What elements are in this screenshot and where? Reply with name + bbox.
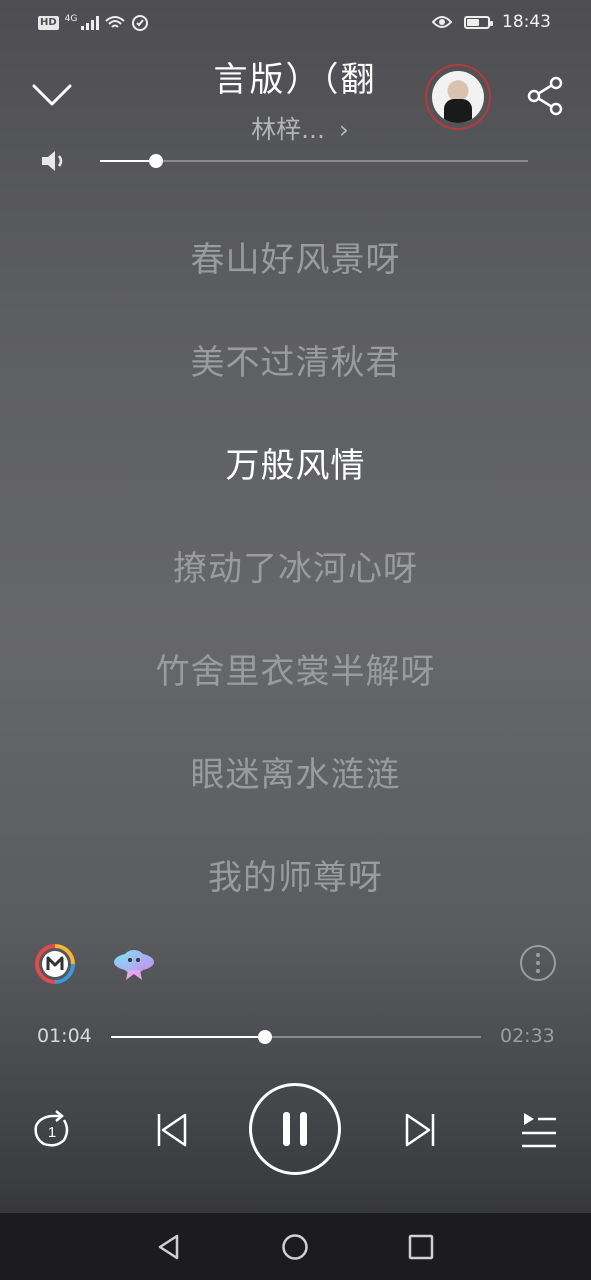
playlist-button[interactable] [516, 1108, 560, 1152]
status-bar: HD 4G 18:43 [0, 0, 591, 48]
total-time: 02:33 [500, 1025, 555, 1047]
status-right: 18:43 [432, 12, 551, 32]
wifi-icon [105, 16, 126, 28]
volume-slider-fill [100, 160, 156, 162]
dot-icon [536, 953, 540, 957]
playlist-icon [522, 1113, 556, 1148]
volume-slider-handle[interactable] [148, 154, 163, 168]
signal-icon [81, 16, 100, 30]
status-left: HD 4G [38, 14, 149, 32]
current-time: 01:04 [37, 1025, 92, 1047]
volume-slider-track[interactable] [100, 160, 528, 162]
artist-name: 林梓... [251, 115, 325, 144]
battery-icon [464, 15, 493, 29]
recents-icon[interactable] [407, 1233, 435, 1261]
home-icon[interactable] [281, 1233, 309, 1261]
eye-comfort-icon [432, 16, 452, 28]
network-type: 4G [64, 14, 78, 24]
lyric-line-active[interactable]: 万般风情 [0, 438, 591, 487]
pause-icon [283, 1112, 307, 1146]
back-icon[interactable] [155, 1233, 183, 1261]
data-saver-icon [132, 15, 149, 31]
status-time: 18:43 [502, 12, 551, 32]
share-icon[interactable] [526, 76, 566, 116]
repeat-one-button[interactable]: 1 [30, 1108, 74, 1152]
chevron-right-icon: › [338, 115, 349, 144]
artist-avatar[interactable] [425, 64, 491, 130]
lyric-line[interactable]: 撩动了冰河心呀 [0, 541, 591, 590]
system-navigation-bar [0, 1213, 591, 1280]
repeat-one-icon: 1 [34, 1110, 69, 1147]
next-button[interactable] [398, 1108, 442, 1152]
collapse-chevron-icon[interactable] [32, 82, 72, 108]
lyric-line[interactable]: 美不过清秋君 [0, 335, 591, 384]
volume-icon[interactable] [40, 148, 70, 174]
hd-badge: HD [38, 16, 59, 30]
progress-handle[interactable] [257, 1030, 272, 1044]
artist-link[interactable]: 林梓... › [230, 110, 370, 146]
more-options-button[interactable] [520, 945, 556, 981]
song-title: 言版）（翻 [213, 60, 377, 100]
planet-mascot-icon[interactable] [112, 942, 156, 984]
skip-previous-icon [157, 1113, 187, 1147]
music-app-logo-icon[interactable] [35, 944, 75, 984]
lyric-line[interactable]: 我的师尊呀 [0, 850, 591, 899]
lyric-line[interactable]: 竹舍里衣裳半解呀 [0, 644, 591, 693]
dot-icon [536, 969, 540, 973]
skip-next-icon [405, 1113, 435, 1147]
dot-icon [536, 961, 540, 965]
progress-fill [111, 1036, 265, 1038]
previous-button[interactable] [150, 1108, 194, 1152]
lyric-line[interactable]: 春山好风景呀 [0, 232, 591, 281]
play-pause-button[interactable] [249, 1083, 341, 1175]
avatar-photo [432, 71, 484, 123]
repeat-badge: 1 [48, 1124, 56, 1141]
lyric-line[interactable]: 眼迷离水涟涟 [0, 747, 591, 796]
